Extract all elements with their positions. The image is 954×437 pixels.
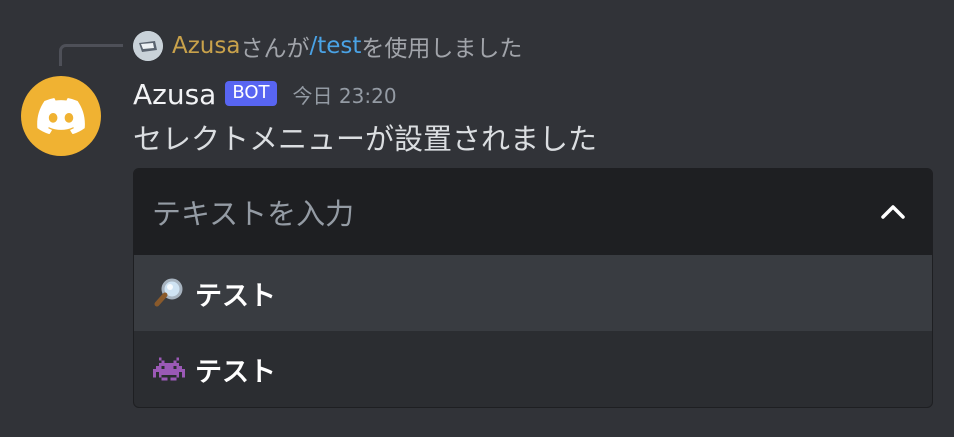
select-placeholder: テキストを入力 [152, 197, 355, 231]
select-option[interactable]: テスト [134, 255, 932, 331]
reply-text-rest: を使用しました [361, 36, 523, 62]
message-header: Azusa BOT 今日 23:20 [133, 76, 397, 112]
reply-command[interactable]: /test [309, 33, 361, 59]
reply-username[interactable]: Azusa [172, 33, 240, 59]
select-option[interactable]: テスト [134, 331, 932, 407]
message-timestamp[interactable]: 今日 23:20 [293, 80, 397, 109]
user-avatar-small[interactable] [133, 31, 163, 61]
reply-text-middle: さんが [240, 36, 310, 62]
bot-avatar[interactable] [21, 76, 101, 156]
discord-logo-icon [37, 98, 85, 134]
reply-spine [59, 44, 123, 66]
select-option-label: テスト [195, 280, 276, 312]
select-menu-trigger[interactable]: テキストを入力 [134, 169, 932, 255]
select-menu[interactable]: テキストを入力 テスト テスト [133, 168, 933, 408]
bot-badge: BOT [225, 80, 277, 106]
space-invader-icon [152, 352, 186, 386]
chevron-up-icon[interactable] [880, 203, 906, 221]
interaction-reply[interactable]: Azusa さんが /test を使用しました [133, 30, 522, 62]
select-option-label: テスト [195, 356, 276, 388]
author-username[interactable]: Azusa [133, 78, 216, 111]
message-content: セレクトメニューが設置されました [133, 122, 598, 156]
magnifying-glass-icon [152, 276, 186, 310]
